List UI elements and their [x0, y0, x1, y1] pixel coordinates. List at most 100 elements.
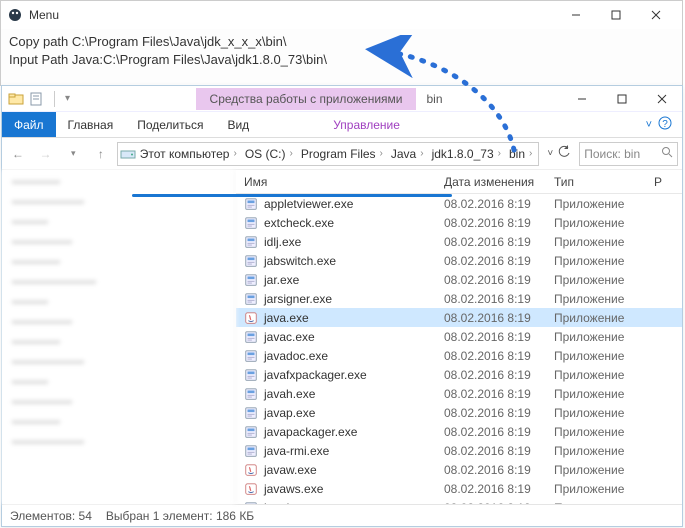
file-list[interactable]: Имя Дата изменения Тип Р appletviewer.ex… — [236, 170, 682, 504]
address-box[interactable]: Этот компьютер›OS (C:)›Program Files›Jav… — [117, 142, 540, 166]
exe-icon — [244, 292, 258, 306]
file-row[interactable]: idlj.exe08.02.2016 8:19Приложение — [236, 232, 682, 251]
file-type: Приложение — [546, 387, 646, 401]
navigation-tree[interactable]: ▬▬▬▬ ▬▬▬▬▬▬ ▬▬▬ ▬▬▬▬▬ ▬▬▬▬ ▬▬▬▬▬▬▬ ▬▬▬ ▬… — [2, 170, 236, 504]
tab-file[interactable]: Файл — [2, 112, 56, 137]
file-date: 08.02.2016 8:19 — [436, 444, 546, 458]
file-row[interactable]: extcheck.exe08.02.2016 8:19Приложение — [236, 213, 682, 232]
file-row[interactable]: java-rmi.exe08.02.2016 8:19Приложение — [236, 441, 682, 460]
nav-up-button[interactable]: ↑ — [89, 142, 113, 166]
file-name: javadoc.exe — [264, 349, 328, 363]
breadcrumb-segment[interactable]: bin› — [505, 147, 536, 161]
tab-home[interactable]: Главная — [56, 112, 126, 137]
col-name[interactable]: Имя — [236, 175, 436, 189]
file-type: Приложение — [546, 349, 646, 363]
file-row[interactable]: jar.exe08.02.2016 8:19Приложение — [236, 270, 682, 289]
file-name: javapackager.exe — [264, 425, 357, 439]
file-type: Приложение — [546, 368, 646, 382]
qat-dropdown-icon[interactable]: ▾ — [65, 93, 70, 104]
tab-manage[interactable]: Управление — [321, 112, 412, 137]
file-row[interactable]: javaw.exe 08.02.2016 8:19Приложение — [236, 460, 682, 479]
java-icon — [244, 311, 258, 325]
file-date: 08.02.2016 8:19 — [436, 273, 546, 287]
exe-icon — [244, 425, 258, 439]
java-icon — [244, 482, 258, 496]
nav-forward-button[interactable]: → — [34, 142, 58, 166]
file-date: 08.02.2016 8:19 — [436, 349, 546, 363]
file-name: idlj.exe — [264, 235, 301, 249]
file-date: 08.02.2016 8:19 — [436, 463, 546, 477]
exe-icon — [244, 368, 258, 382]
file-row[interactable]: javapackager.exe 08.02.2016 8:19Приложени… — [236, 422, 682, 441]
file-row[interactable]: jarsigner.exe08.02.2016 8:19Приложение — [236, 289, 682, 308]
breadcrumb-segment[interactable]: OS (C:)› — [241, 147, 297, 161]
file-row[interactable]: javap.exe08.02.2016 8:19Приложение — [236, 403, 682, 422]
ribbon-expand-icon[interactable]: ˅ — [646, 119, 652, 131]
address-dropdown-icon[interactable]: ˅ — [547, 148, 553, 159]
explorer-minimize-button[interactable] — [562, 86, 602, 112]
help-icon[interactable]: ? — [658, 116, 672, 133]
window-title: bin — [426, 92, 442, 106]
file-type: Приложение — [546, 425, 646, 439]
file-date: 08.02.2016 8:19 — [436, 311, 546, 325]
file-date: 08.02.2016 8:19 — [436, 406, 546, 420]
file-row[interactable]: javadoc.exe 08.02.2016 8:19Приложение — [236, 346, 682, 365]
file-date: 08.02.2016 8:19 — [436, 216, 546, 230]
nav-recent-dropdown[interactable]: ▾ — [61, 142, 85, 166]
file-row[interactable]: javafxpackager.exe08.02.2016 8:19Приложе… — [236, 365, 682, 384]
list-header[interactable]: Имя Дата изменения Тип Р — [236, 170, 682, 194]
exe-icon — [244, 330, 258, 344]
file-type: Приложение — [546, 311, 646, 325]
menu-title: Menu — [29, 8, 556, 22]
menu-app-icon — [7, 7, 23, 23]
address-bar-row: ← → ▾ ↑ Этот компьютер›OS (C:)›Program F… — [2, 138, 682, 170]
file-name: javaw.exe — [264, 463, 317, 477]
menu-body: Copy path C:\Program Files\Java\jdk_x_x_… — [1, 29, 682, 85]
breadcrumb-segment[interactable]: Program Files› — [297, 147, 387, 161]
status-elements: Элементов: 54 — [10, 509, 92, 523]
properties-icon[interactable] — [28, 91, 44, 107]
file-date: 08.02.2016 8:19 — [436, 425, 546, 439]
status-selection: Выбран 1 элемент: 186 КБ — [106, 509, 254, 523]
exe-icon — [244, 273, 258, 287]
file-row[interactable]: jabswitch.exe08.02.2016 8:19Приложение — [236, 251, 682, 270]
breadcrumb-segment[interactable]: Java› — [387, 147, 428, 161]
col-size[interactable]: Р — [646, 175, 662, 189]
breadcrumb-segment[interactable]: jdk1.8.0_73› — [428, 147, 505, 161]
file-row[interactable]: jcmd.exe08.02.2016 8:19Приложение — [236, 498, 682, 504]
file-name: appletviewer.exe — [264, 197, 353, 211]
file-type: Приложение — [546, 406, 646, 420]
file-date: 08.02.2016 8:19 — [436, 330, 546, 344]
file-name: java-rmi.exe — [264, 444, 329, 458]
exe-icon — [244, 235, 258, 249]
ribbon: Файл Главная Поделиться Вид Управление ˅… — [2, 112, 682, 138]
file-name: javaws.exe — [264, 482, 323, 496]
refresh-button[interactable] — [557, 145, 571, 162]
tab-view[interactable]: Вид — [215, 112, 261, 137]
console-line-2: Input Path Java:C:\Program Files\Java\jd… — [9, 51, 674, 69]
file-type: Приложение — [546, 463, 646, 477]
tab-share[interactable]: Поделиться — [125, 112, 215, 137]
file-row[interactable]: javah.exe08.02.2016 8:19Приложение — [236, 384, 682, 403]
file-date: 08.02.2016 8:19 — [436, 482, 546, 496]
explorer-maximize-button[interactable] — [602, 86, 642, 112]
file-date: 08.02.2016 8:19 — [436, 197, 546, 211]
file-row[interactable]: javac.exe08.02.2016 8:19Приложение — [236, 327, 682, 346]
file-row[interactable]: java.exe08.02.2016 8:19Приложение — [236, 308, 682, 327]
file-type: Приложение — [546, 482, 646, 496]
exe-icon — [244, 387, 258, 401]
file-date: 08.02.2016 8:19 — [436, 292, 546, 306]
search-input[interactable]: Поиск: bin — [579, 142, 678, 166]
file-row[interactable]: javaws.exe 08.02.2016 8:19Приложение — [236, 479, 682, 498]
file-date: 08.02.2016 8:19 — [436, 235, 546, 249]
maximize-button[interactable] — [596, 1, 636, 29]
col-date[interactable]: Дата изменения — [436, 175, 546, 189]
nav-back-button[interactable]: ← — [6, 142, 30, 166]
file-name: jcmd.exe — [264, 501, 312, 505]
close-button[interactable] — [636, 1, 676, 29]
explorer-titlebar: ▾ Средства работы с приложениями bin — [2, 86, 682, 112]
explorer-close-button[interactable] — [642, 86, 682, 112]
breadcrumb-segment[interactable]: Этот компьютер› — [136, 147, 241, 161]
minimize-button[interactable] — [556, 1, 596, 29]
col-type[interactable]: Тип — [546, 175, 646, 189]
